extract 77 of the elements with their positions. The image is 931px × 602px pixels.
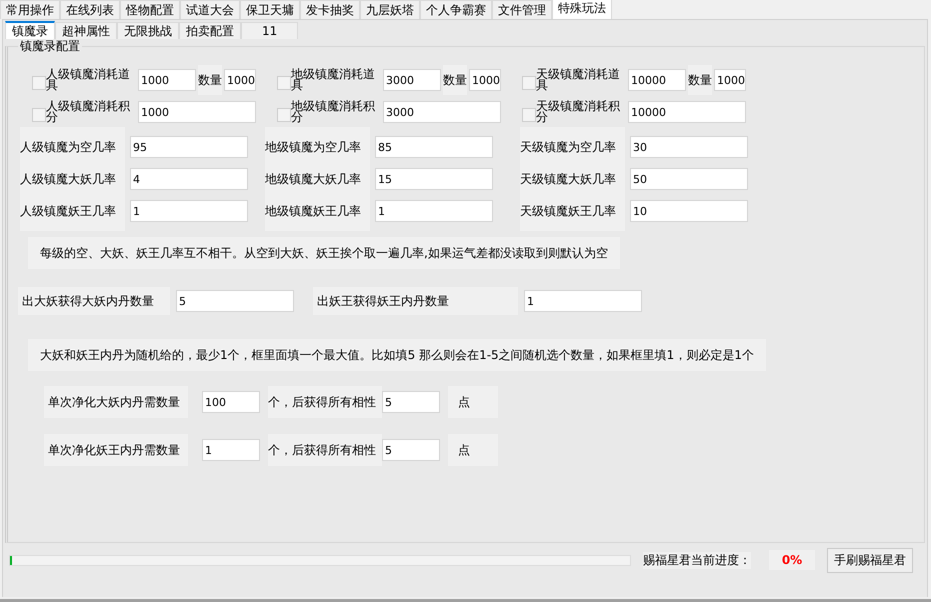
input-field[interactable]: 10000 <box>628 101 746 123</box>
input-field[interactable]: 5 <box>382 439 440 461</box>
input-field[interactable]: 1 <box>130 200 248 222</box>
quantity-label: 数量 <box>688 65 712 95</box>
main-tab[interactable]: 个人争霸赛 <box>420 0 492 19</box>
main-tab[interactable]: 发卡抽奖 <box>300 0 360 19</box>
input-field[interactable]: 3000 <box>383 101 501 123</box>
checkbox[interactable] <box>277 108 291 122</box>
progress-value: 0% <box>769 550 815 570</box>
rate-label: 天级镇魔妖王几率 <box>520 202 617 220</box>
main-tab[interactable]: 试道大会 <box>180 0 240 19</box>
main-tab[interactable]: 在线列表 <box>60 0 120 19</box>
rate-label: 地级镇魔妖王几率 <box>265 202 362 220</box>
input-field[interactable]: 3000 <box>383 69 441 91</box>
refresh-button[interactable]: 手刷赐福星君 <box>827 548 913 572</box>
checkbox-label: 人级镇魔消耗道具 <box>46 69 131 91</box>
input-field[interactable]: 1000 <box>138 101 256 123</box>
main-tab[interactable]: 怪物配置 <box>120 0 180 19</box>
unit-label: 点 <box>448 386 498 418</box>
checkbox-label: 天级镇魔消耗积分 <box>536 101 621 123</box>
checkbox-label: 天级镇魔消耗道具 <box>536 69 621 91</box>
checkbox[interactable] <box>32 76 46 90</box>
main-tab[interactable]: 保卫天墉 <box>240 0 300 19</box>
rate-label: 人级镇魔妖王几率 <box>20 202 117 220</box>
unit-label: 点 <box>448 434 498 466</box>
sub-tab[interactable]: 11 <box>241 22 298 39</box>
input-field[interactable]: 50 <box>630 168 748 190</box>
checkbox-label: 地级镇魔消耗积分 <box>291 101 376 123</box>
input-field[interactable]: 4 <box>130 168 248 190</box>
sub-tab[interactable]: 镇魔录 <box>5 21 55 39</box>
main-tab[interactable]: 文件管理 <box>492 0 552 19</box>
checkbox[interactable] <box>32 108 46 122</box>
sub-tab[interactable]: 超神属性 <box>55 22 117 39</box>
input-field[interactable]: 100 <box>202 391 260 413</box>
checkbox[interactable] <box>522 108 536 122</box>
input-field[interactable]: 5 <box>382 391 440 413</box>
field-label: 单次净化妖王内丹需数量 <box>44 434 188 466</box>
rate-label: 人级镇魔大妖几率 <box>20 170 117 188</box>
quantity-label: 数量 <box>198 65 222 95</box>
checkbox-label: 人级镇魔消耗积分 <box>46 101 131 123</box>
field-label: 个，后获得所有相性 <box>268 434 382 466</box>
sub-tab[interactable]: 拍卖配置 <box>179 22 241 39</box>
note-text: 每级的空、大妖、妖王几率互不相干。从空到大妖、妖王挨个取一遍几率,如果运气差都没读取到则默认为空 <box>28 237 620 269</box>
field-label: 个，后获得所有相性 <box>268 386 382 418</box>
input-field[interactable]: 30 <box>630 136 748 158</box>
input-field[interactable]: 1 <box>375 200 493 222</box>
rate-label: 地级镇魔为空几率 <box>265 138 362 156</box>
main-tab[interactable]: 常用操作 <box>0 0 60 19</box>
sub-tab[interactable]: 无限挑战 <box>117 22 179 39</box>
field-label: 出妖王获得妖王内丹数量 <box>313 287 518 315</box>
checkbox[interactable] <box>277 76 291 90</box>
main-tab[interactable]: 特殊玩法 <box>552 0 612 19</box>
field-label: 出大妖获得大妖内丹数量 <box>18 287 170 315</box>
input-field[interactable]: 95 <box>130 136 248 158</box>
input-field[interactable]: 1000 <box>224 69 256 91</box>
input-field[interactable]: 1 <box>524 290 642 312</box>
rate-label: 天级镇魔为空几率 <box>520 138 617 156</box>
input-field[interactable]: 5 <box>176 290 294 312</box>
input-field[interactable]: 85 <box>375 136 493 158</box>
rate-label: 地级镇魔大妖几率 <box>265 170 362 188</box>
note-text: 大妖和妖王内丹为随机给的，最少1个，框里面填一个最大值。比如填5 那么则会在1-5之间随机选个数量，如果框里填1，则必定是1个 <box>28 339 766 371</box>
quantity-label: 数量 <box>443 65 467 95</box>
input-field[interactable]: 1 <box>202 439 260 461</box>
main-tab[interactable]: 九层妖塔 <box>360 0 420 19</box>
input-field[interactable]: 1000 <box>714 69 746 91</box>
checkbox-label: 地级镇魔消耗道具 <box>291 69 376 91</box>
checkbox[interactable] <box>522 76 536 90</box>
input-field[interactable]: 10 <box>630 200 748 222</box>
group-title: 镇魔录配置 <box>18 39 82 53</box>
progress-label: 赐福星君当前进度： <box>643 552 751 568</box>
rate-label: 人级镇魔为空几率 <box>20 138 117 156</box>
input-field[interactable]: 10000 <box>628 69 686 91</box>
input-field[interactable]: 1000 <box>138 69 196 91</box>
input-field[interactable]: 1000 <box>469 69 501 91</box>
input-field[interactable]: 15 <box>375 168 493 190</box>
field-label: 单次净化大妖内丹需数量 <box>44 386 188 418</box>
rate-label: 天级镇魔大妖几率 <box>520 170 617 188</box>
